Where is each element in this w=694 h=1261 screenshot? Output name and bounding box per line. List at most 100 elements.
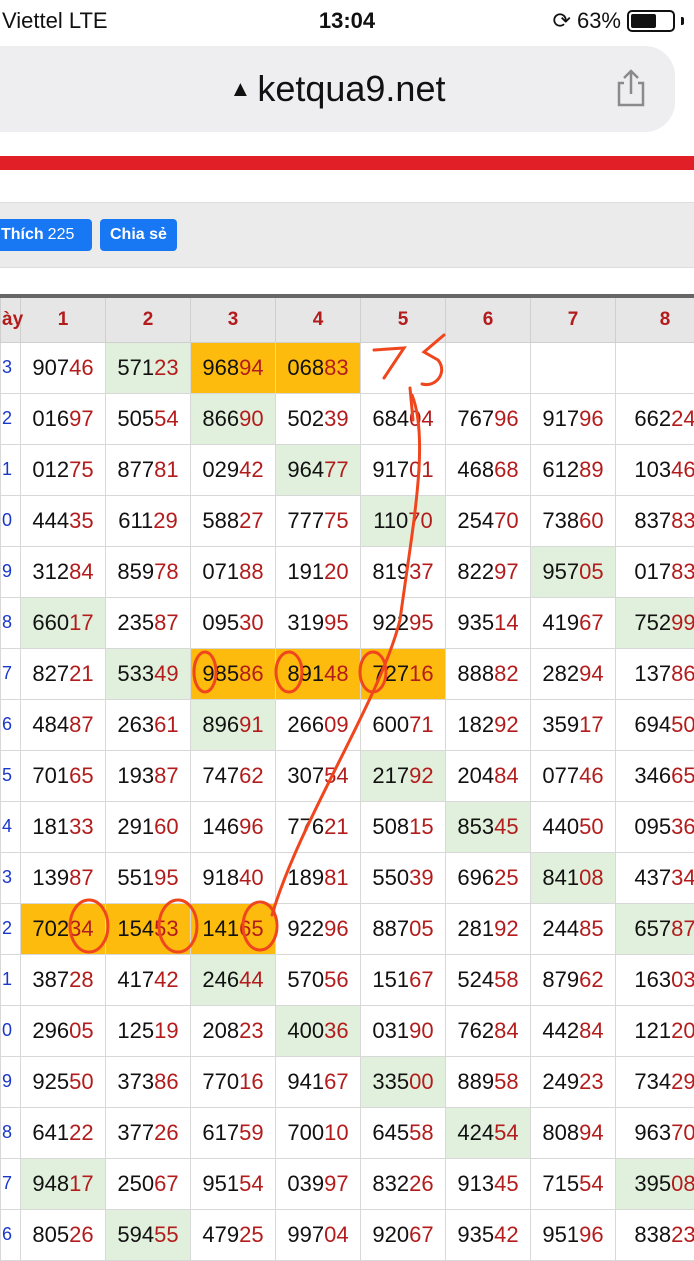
result-tail-digits: 23	[671, 1222, 694, 1247]
result-cell: 19120	[276, 546, 361, 597]
table-row: 3139875519591840189815503969625841084373…	[1, 852, 694, 903]
result-cell: 61759	[191, 1107, 276, 1158]
result-prefix: 508	[372, 814, 409, 839]
result-cell: 80894	[531, 1107, 616, 1158]
result-tail-digits: 26	[154, 1120, 178, 1145]
row-day-label[interactable]: 1	[1, 444, 21, 495]
result-tail-digits: 58	[494, 1069, 518, 1094]
table-row: 1387284174224644570561516752458879621630…	[1, 954, 694, 1005]
result-cell: 31284	[21, 546, 106, 597]
result-tail-digits: 96	[324, 916, 348, 941]
result-tail-digits: 42	[494, 1222, 518, 1247]
result-tail-digits: 42	[239, 457, 263, 482]
result-cell: 72716	[361, 648, 446, 699]
row-day-label[interactable]: 5	[1, 750, 21, 801]
result-prefix: 935	[457, 610, 494, 635]
result-prefix: 484	[32, 712, 69, 737]
row-day-label[interactable]: 4	[1, 801, 21, 852]
battery-icon	[627, 10, 675, 32]
row-day-label[interactable]: 2	[1, 903, 21, 954]
result-prefix: 917	[372, 457, 409, 482]
row-day-label[interactable]: 0	[1, 495, 21, 546]
result-tail-digits: 90	[239, 406, 263, 431]
row-day-label[interactable]: 3	[1, 852, 21, 903]
column-header-7: 7	[531, 296, 616, 342]
result-prefix: 217	[372, 763, 409, 788]
row-day-label[interactable]: 7	[1, 1158, 21, 1209]
result-prefix: 103	[634, 457, 671, 482]
battery-fill	[631, 14, 656, 28]
result-prefix: 524	[457, 967, 494, 992]
row-day-label[interactable]: 6	[1, 1209, 21, 1260]
row-day-label[interactable]: 1	[1, 954, 21, 1005]
result-cell: 92067	[361, 1209, 446, 1260]
row-day-label[interactable]: 8	[1, 1107, 21, 1158]
result-prefix: 204	[457, 763, 494, 788]
result-tail-digits: 84	[579, 1018, 603, 1043]
row-day-label[interactable]: 8	[1, 597, 21, 648]
address-bar[interactable]: ▲ketqua9.net	[0, 46, 675, 132]
url-display[interactable]: ▲ketqua9.net	[0, 68, 675, 110]
site-header-strip	[0, 156, 694, 170]
result-cell: 21792	[361, 750, 446, 801]
result-tail-digits: 34	[69, 916, 93, 941]
result-tail-digits: 95	[409, 610, 433, 635]
result-tail-digits: 86	[671, 661, 694, 686]
result-prefix: 738	[542, 508, 579, 533]
result-tail-digits: 28	[69, 967, 93, 992]
result-cell: 65787	[616, 903, 694, 954]
result-cell: 03997	[276, 1158, 361, 1209]
result-prefix: 571	[117, 355, 154, 380]
share-icon[interactable]	[615, 68, 647, 108]
result-cell: 93542	[446, 1209, 531, 1260]
like-label: Thích	[1, 226, 44, 243]
result-prefix: 776	[287, 814, 324, 839]
result-tail-digits: 65	[69, 763, 93, 788]
result-tail-digits: 14	[494, 610, 518, 635]
result-prefix: 907	[32, 355, 69, 380]
result-cell: 25067	[106, 1158, 191, 1209]
result-cell: 44435	[21, 495, 106, 546]
share-button[interactable]: Chia sẻ	[100, 219, 177, 251]
table-row: 8660172358709530319959229593514419677529…	[1, 597, 694, 648]
column-header-4: 4	[276, 296, 361, 342]
result-prefix: 307	[287, 763, 324, 788]
result-prefix: 095	[202, 610, 239, 635]
result-tail-digits: 25	[239, 1222, 263, 1247]
row-day-label[interactable]: 9	[1, 1056, 21, 1107]
like-button[interactable]: Thích225	[0, 219, 92, 251]
result-cell: 76284	[446, 1005, 531, 1056]
row-day-label[interactable]: 6	[1, 699, 21, 750]
result-tail-digits: 75	[324, 508, 348, 533]
result-tail-digits: 67	[409, 1222, 433, 1247]
result-prefix: 533	[117, 661, 154, 686]
row-day-label[interactable]: 3	[1, 342, 21, 393]
social-button-bar: Thích225 Chia sẻ	[0, 202, 694, 268]
result-tail-digits: 46	[671, 457, 694, 482]
result-cell: 13987	[21, 852, 106, 903]
result-cell: 57123	[106, 342, 191, 393]
result-cell: 24485	[531, 903, 616, 954]
result-prefix: 600	[372, 712, 409, 737]
result-tail-digits: 50	[69, 1069, 93, 1094]
row-day-label[interactable]: 7	[1, 648, 21, 699]
column-header-3: 3	[191, 296, 276, 342]
result-cell: 75299	[616, 597, 694, 648]
result-tail-digits: 22	[69, 1120, 93, 1145]
column-header-2: 2	[106, 296, 191, 342]
result-cell: 96370	[616, 1107, 694, 1158]
result-prefix: 163	[634, 967, 671, 992]
battery-percent: 63%	[577, 8, 621, 34]
row-day-label[interactable]: 2	[1, 393, 21, 444]
like-count: 225	[48, 226, 75, 243]
result-tail-digits: 54	[494, 1120, 518, 1145]
result-prefix: 444	[32, 508, 69, 533]
result-tail-digits: 92	[409, 763, 433, 788]
lock-icon: ▲	[230, 76, 252, 101]
result-cell: 18292	[446, 699, 531, 750]
result-tail-digits: 27	[239, 508, 263, 533]
result-cell: 66224	[616, 393, 694, 444]
row-day-label[interactable]: 0	[1, 1005, 21, 1056]
row-day-label[interactable]: 9	[1, 546, 21, 597]
result-prefix: 182	[457, 712, 494, 737]
